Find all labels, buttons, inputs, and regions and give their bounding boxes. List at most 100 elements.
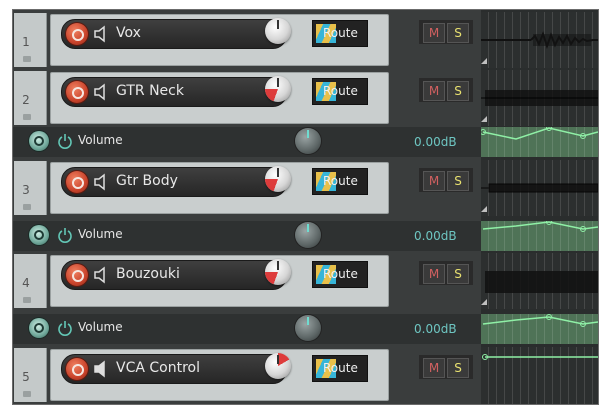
track-name[interactable]: VCA Control	[116, 360, 200, 376]
track-name[interactable]: Vox	[116, 25, 141, 41]
record-arm-button[interactable]	[66, 264, 88, 286]
track-name-box[interactable]: GTR Neck	[61, 77, 287, 107]
mute-button[interactable]: M	[423, 171, 445, 191]
track-5[interactable]: 5 VCA Control Route M S	[13, 347, 481, 403]
audio-waveform	[481, 90, 598, 122]
volume-knob[interactable]	[265, 76, 291, 102]
volume-knob[interactable]	[265, 166, 291, 192]
audio-waveform	[481, 271, 598, 305]
route-label: Route	[323, 26, 358, 40]
volume-knob[interactable]	[265, 353, 291, 379]
route-label: Route	[323, 361, 358, 375]
envelope-knob[interactable]	[295, 222, 321, 248]
mute-button[interactable]: M	[423, 81, 445, 101]
record-arm-button[interactable]	[66, 23, 88, 45]
track-header: Bouzouki Route	[50, 255, 389, 307]
envelope-lane[interactable]	[481, 314, 598, 344]
track-number: 3	[22, 183, 30, 197]
track-2[interactable]: 2 GTR Neck Route M S	[13, 70, 481, 126]
track-name[interactable]: Gtr Body	[116, 173, 178, 189]
volume-knob[interactable]	[265, 18, 291, 44]
speaker-filled-icon[interactable]	[93, 360, 109, 378]
envelope-lane[interactable]	[481, 127, 598, 157]
mute-button[interactable]: M	[423, 358, 445, 378]
knob-indicator	[265, 166, 291, 192]
track-1[interactable]: 1 Vox Route M S	[13, 12, 481, 68]
folder-icon	[23, 391, 31, 397]
track-name[interactable]: Bouzouki	[116, 266, 180, 282]
power-icon[interactable]	[57, 132, 73, 150]
speaker-icon[interactable]	[93, 25, 109, 43]
knob-indicator	[265, 353, 291, 379]
track-name-box[interactable]: VCA Control	[61, 354, 287, 384]
track-header: VCA Control Route	[50, 349, 389, 401]
envelope-knob[interactable]	[295, 315, 321, 341]
mute-solo-group: M S	[419, 261, 473, 285]
track-name[interactable]: GTR Neck	[116, 83, 184, 99]
mute-button[interactable]: M	[423, 264, 445, 284]
envelope-lane-header[interactable]: Volume 0.00dB	[13, 221, 481, 251]
envelope-value: 0.00dB	[414, 322, 457, 336]
envelope-curve	[482, 314, 598, 327]
track-header: Gtr Body Route	[50, 162, 389, 214]
arrange-view[interactable]	[481, 10, 598, 404]
track-lane[interactable]	[481, 160, 598, 216]
route-label: Route	[323, 174, 358, 188]
track-3[interactable]: 3 Gtr Body Route M S	[13, 160, 481, 216]
track-name-box[interactable]: Gtr Body	[61, 167, 287, 197]
speaker-icon[interactable]	[93, 266, 109, 284]
record-arm-button[interactable]	[66, 171, 88, 193]
track-number-cell[interactable]: 5	[14, 348, 47, 402]
route-button[interactable]: Route	[312, 78, 368, 105]
envelope-lane[interactable]	[481, 221, 598, 251]
route-button[interactable]: Route	[312, 355, 368, 382]
route-button[interactable]: Route	[312, 20, 368, 47]
mute-solo-group: M S	[419, 168, 473, 192]
record-arm-button[interactable]	[66, 358, 88, 380]
envelope-lane-header[interactable]: Volume 0.00dB	[13, 314, 481, 344]
envelope-arm-button[interactable]	[29, 225, 49, 245]
speaker-icon[interactable]	[93, 83, 109, 101]
solo-button[interactable]: S	[447, 171, 469, 191]
track-number: 1	[22, 35, 30, 49]
record-arm-button[interactable]	[66, 81, 88, 103]
envelope-arm-button[interactable]	[29, 318, 49, 338]
mute-solo-group: M S	[419, 78, 473, 102]
audio-waveform	[481, 183, 598, 212]
route-button[interactable]: Route	[312, 168, 368, 195]
solo-button[interactable]: S	[447, 81, 469, 101]
track-number: 4	[22, 276, 30, 290]
track-number-cell[interactable]: 2	[14, 71, 47, 125]
track-number: 5	[22, 370, 30, 384]
solo-button[interactable]: S	[447, 358, 469, 378]
track-name-box[interactable]: Vox	[61, 19, 287, 49]
track-lane[interactable]	[481, 70, 598, 126]
track-number-cell[interactable]: 1	[14, 13, 47, 67]
solo-button[interactable]: S	[447, 264, 469, 284]
envelope-lane-header[interactable]: Volume 0.00dB	[13, 127, 481, 157]
mute-button[interactable]: M	[423, 23, 445, 43]
envelope-name: Volume	[78, 320, 123, 334]
track-number-cell[interactable]: 4	[14, 254, 47, 308]
envelope-knob[interactable]	[295, 128, 321, 154]
track-lane[interactable]	[481, 12, 598, 68]
envelope-name: Volume	[78, 133, 123, 147]
envelope-arm-button[interactable]	[29, 131, 49, 151]
track-4[interactable]: 4 Bouzouki Route M S	[13, 253, 481, 309]
track-control-panel: 1 Vox Route M S 2 GTR Neck Route M S Vol…	[13, 10, 481, 404]
track-number-cell[interactable]: 3	[14, 161, 47, 215]
volume-knob[interactable]	[265, 259, 291, 285]
route-button[interactable]: Route	[312, 261, 368, 288]
track-lane[interactable]	[481, 253, 598, 309]
track-lane[interactable]	[481, 347, 598, 404]
speaker-icon[interactable]	[93, 173, 109, 191]
envelope-value: 0.00dB	[414, 135, 457, 149]
folder-icon	[23, 56, 31, 62]
folder-icon	[23, 204, 31, 210]
power-icon[interactable]	[57, 226, 73, 244]
track-name-box[interactable]: Bouzouki	[61, 260, 287, 290]
track-header: GTR Neck Route	[50, 72, 389, 124]
power-icon[interactable]	[57, 319, 73, 337]
knob-indicator	[265, 259, 291, 285]
solo-button[interactable]: S	[447, 23, 469, 43]
